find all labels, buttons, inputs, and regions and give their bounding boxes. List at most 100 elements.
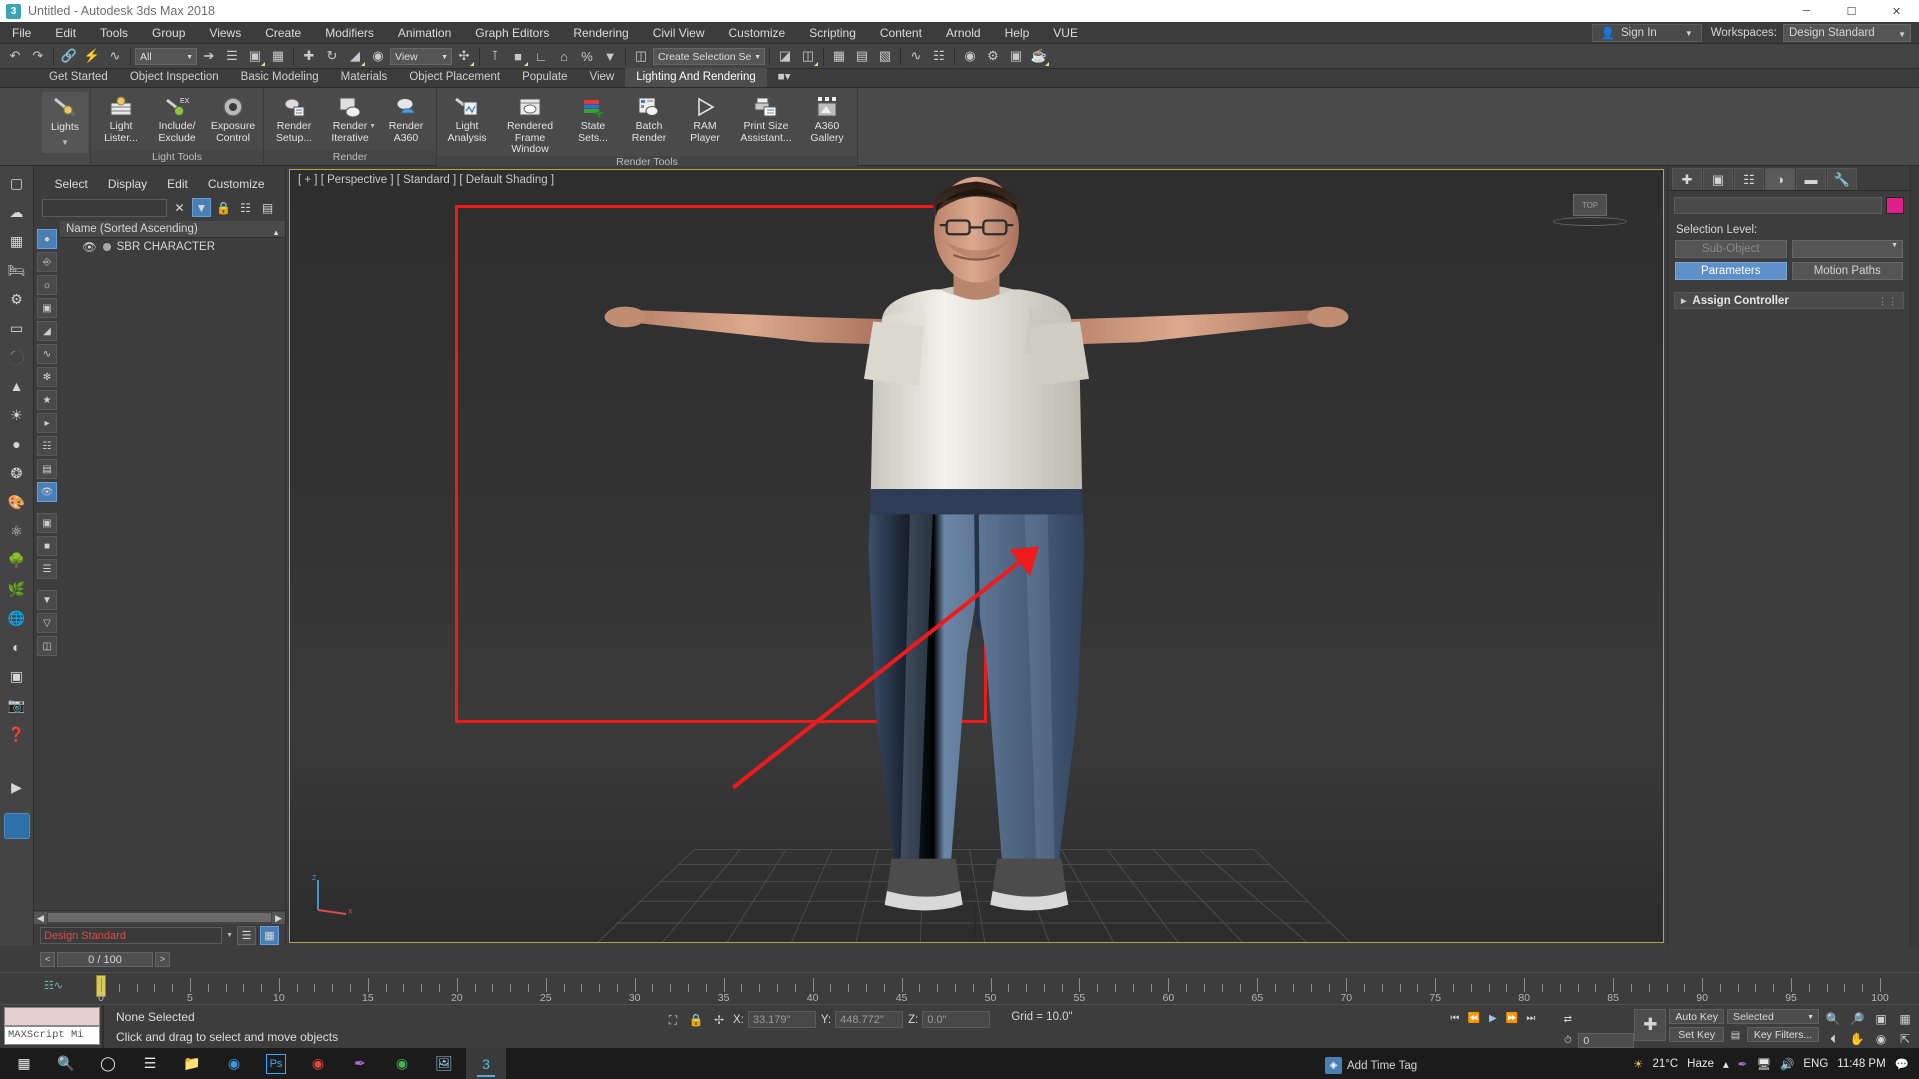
layer-manager-icon[interactable]: ☰ <box>237 925 256 945</box>
explorer-horizontal-scrollbar[interactable]: ◀ ▶ <box>34 910 285 924</box>
bind-space-warp-icon[interactable]: ∿ <box>104 45 126 67</box>
align-icon[interactable]: ◫ <box>797 45 819 67</box>
go-to-end-icon[interactable]: ⏭ <box>1522 1010 1539 1027</box>
eye-icon[interactable]: 👁 <box>82 240 97 254</box>
palette-icon[interactable]: ▣ <box>4 663 30 689</box>
rendered-frame-window-icon[interactable]: ▣ <box>1005 45 1027 67</box>
field-of-view-icon[interactable]: ⏴ <box>1825 1031 1841 1047</box>
select-and-rotate-icon[interactable]: ↻ <box>321 45 343 67</box>
chrome2-icon[interactable]: ◉ <box>382 1048 422 1079</box>
chrome-icon[interactable]: ◉ <box>298 1048 338 1079</box>
explorer-tool-group-icon[interactable]: ☷ <box>37 436 57 456</box>
timeline-ruler[interactable]: ☷∿ 0 5 10 15 20 25 30 35 40 45 50 55 60 65 70 75 80 85 90 9… <box>0 972 1919 1004</box>
cone-icon[interactable]: ▲ <box>4 373 30 399</box>
max-icon[interactable]: 3 <box>466 1048 506 1079</box>
y-value[interactable]: 448.772" <box>835 1011 904 1028</box>
paint-icon[interactable]: 🎨 <box>4 489 30 515</box>
color-dots-icon[interactable]: ◐ <box>4 634 30 660</box>
zoom-all-icon[interactable]: 🔎 <box>1849 1011 1865 1027</box>
window-crossing-icon[interactable]: ▦ <box>267 45 289 67</box>
current-frame-field[interactable]: 0 <box>1578 1033 1635 1048</box>
select-by-name-icon[interactable]: ☰ <box>221 45 243 67</box>
menu-graph-editors[interactable]: Graph Editors <box>463 22 561 44</box>
cloud-icon[interactable]: ☁ <box>4 199 30 225</box>
menu-customize[interactable]: Customize <box>717 22 798 44</box>
snaps-toggle-icon[interactable]: ■ <box>507 45 529 67</box>
ribbon-button-rendered-frame-window[interactable]: Rendered Frame Window <box>495 91 565 156</box>
explorer-tool-containers-icon[interactable]: ◫ <box>37 636 57 656</box>
command-panel-scrollbar[interactable] <box>1910 166 1919 946</box>
tab-motion[interactable]: ◑ <box>1765 168 1795 190</box>
maxscript-output-field[interactable] <box>4 1007 100 1026</box>
ribbon-tab-lighting-and-rendering[interactable]: Lighting And Rendering <box>625 68 767 87</box>
workspace-select[interactable]: Design Standard ▼ <box>1783 24 1911 42</box>
sign-in-button[interactable]: 👤 Sign In ▼ <box>1591 24 1702 42</box>
ribbon-overflow-icon[interactable]: ■▾ <box>767 68 802 87</box>
selection-lock-region-icon[interactable]: ⛶ <box>664 1011 682 1029</box>
grass-icon[interactable]: 🌿 <box>4 576 30 602</box>
ribbon-button-include-exclude[interactable]: EX Include/ Exclude <box>149 91 205 144</box>
explorer-tool-layers-icon[interactable]: ☰ <box>37 559 57 579</box>
object-color-swatch[interactable] <box>1886 197 1904 214</box>
feather-icon[interactable]: ✒ <box>340 1048 380 1079</box>
cortana-icon[interactable]: ◯ <box>88 1048 128 1079</box>
ribbon-button-lights[interactable]: Lights ▼ <box>42 92 88 153</box>
explorer-tool-helper-icon[interactable]: ✻ <box>37 367 57 387</box>
ribbon-tab-object-inspection[interactable]: Object Inspection <box>119 68 230 87</box>
ribbon-tab-basic-modeling[interactable]: Basic Modeling <box>230 68 330 87</box>
circle-icon[interactable]: ● <box>4 431 30 457</box>
explorer-tool-sort-icon[interactable]: ▽ <box>37 613 57 633</box>
add-time-tag-group[interactable]: ◈ Add Time Tag <box>1325 1057 1417 1074</box>
object-name-field[interactable] <box>1674 197 1882 214</box>
menu-modifiers[interactable]: Modifiers <box>313 22 386 44</box>
start-icon[interactable]: ▦ <box>4 1048 44 1079</box>
explorer-tool-freeze-icon[interactable]: ▣ <box>37 513 57 533</box>
menu-arnold[interactable]: Arnold <box>934 22 993 44</box>
viewport-label[interactable]: [ + ] [ Perspective ] [ Standard ] [ Def… <box>298 174 554 186</box>
undo-icon[interactable]: ↶ <box>4 45 26 67</box>
select-and-move-icon[interactable]: ✚ <box>298 45 320 67</box>
pan-hand-icon[interactable]: ✋ <box>1849 1031 1865 1047</box>
network-icon[interactable]: 🖥 <box>1756 1057 1771 1071</box>
explorer-tool-hierarchy-icon[interactable]: ⎆ <box>37 252 57 272</box>
search-icon[interactable]: 🔍 <box>46 1048 86 1079</box>
notifications-icon[interactable]: 💬 <box>1895 1057 1909 1071</box>
tab-modify[interactable]: ▣ <box>1703 168 1733 190</box>
expand-rail-icon[interactable]: ▶ <box>4 774 30 800</box>
explorer-menu-select[interactable]: Select <box>54 177 87 191</box>
menu-civil-view[interactable]: Civil View <box>641 22 717 44</box>
sub-object-dropdown[interactable]: ▼ <box>1791 240 1903 258</box>
lock-selection-icon[interactable]: 🔒 <box>687 1011 705 1029</box>
default-in-out-tangents-icon[interactable]: ▤ <box>1727 1027 1744 1044</box>
clear-search-icon[interactable]: ✕ <box>170 198 189 217</box>
maximize-button[interactable]: ☐ <box>1829 0 1874 22</box>
selection-filter-dropdown[interactable]: All ▼ <box>135 47 197 65</box>
absolute-relative-mode-icon[interactable]: ✢ <box>710 1011 728 1029</box>
tab-create[interactable]: ✚ <box>1672 168 1702 190</box>
sub-object-button[interactable]: Sub-Object <box>1675 240 1787 258</box>
explorer-menu-display[interactable]: Display <box>108 177 147 191</box>
view-cube[interactable]: TOP <box>1553 194 1627 226</box>
photoshop-icon[interactable]: Ps <box>266 1053 286 1074</box>
spinner-snap-icon[interactable]: % <box>576 45 598 67</box>
scroll-left-icon[interactable]: ◀ <box>34 911 47 924</box>
menu-rendering[interactable]: Rendering <box>561 22 640 44</box>
material-editor-icon[interactable]: ◉ <box>959 45 981 67</box>
ribbon-button-print-size-assistant[interactable]: Print Size Assistant... <box>733 91 799 144</box>
explorer-tool-visibility-icon[interactable]: 👁 <box>37 482 57 502</box>
tray-feather-icon[interactable]: ✒ <box>1738 1057 1748 1071</box>
tree-icon[interactable]: 🌳 <box>4 547 30 573</box>
particles-icon[interactable]: ❂ <box>4 460 30 486</box>
select-object-icon[interactable]: ➔ <box>198 45 220 67</box>
explorer-tool-xref-icon[interactable]: ▤ <box>37 459 57 479</box>
mirror-icon[interactable]: ◪ <box>774 45 796 67</box>
zoom-icon[interactable]: 🔍 <box>1825 1011 1841 1027</box>
named-selection-sets-dropdown[interactable]: Create Selection Se ▼ <box>653 47 765 65</box>
motion-paths-button[interactable]: Motion Paths <box>1791 262 1903 280</box>
camera-icon[interactable]: 📷 <box>4 692 30 718</box>
ribbon-button-ram-player[interactable]: RAM Player <box>677 91 733 144</box>
toggle-layer-explorer-icon[interactable]: ▤ <box>851 45 873 67</box>
volume-icon[interactable]: 🔊 <box>1780 1057 1794 1071</box>
chevron-down-icon[interactable]: ▼ <box>61 138 69 147</box>
time-tag-icon[interactable]: ◈ <box>1325 1057 1342 1074</box>
